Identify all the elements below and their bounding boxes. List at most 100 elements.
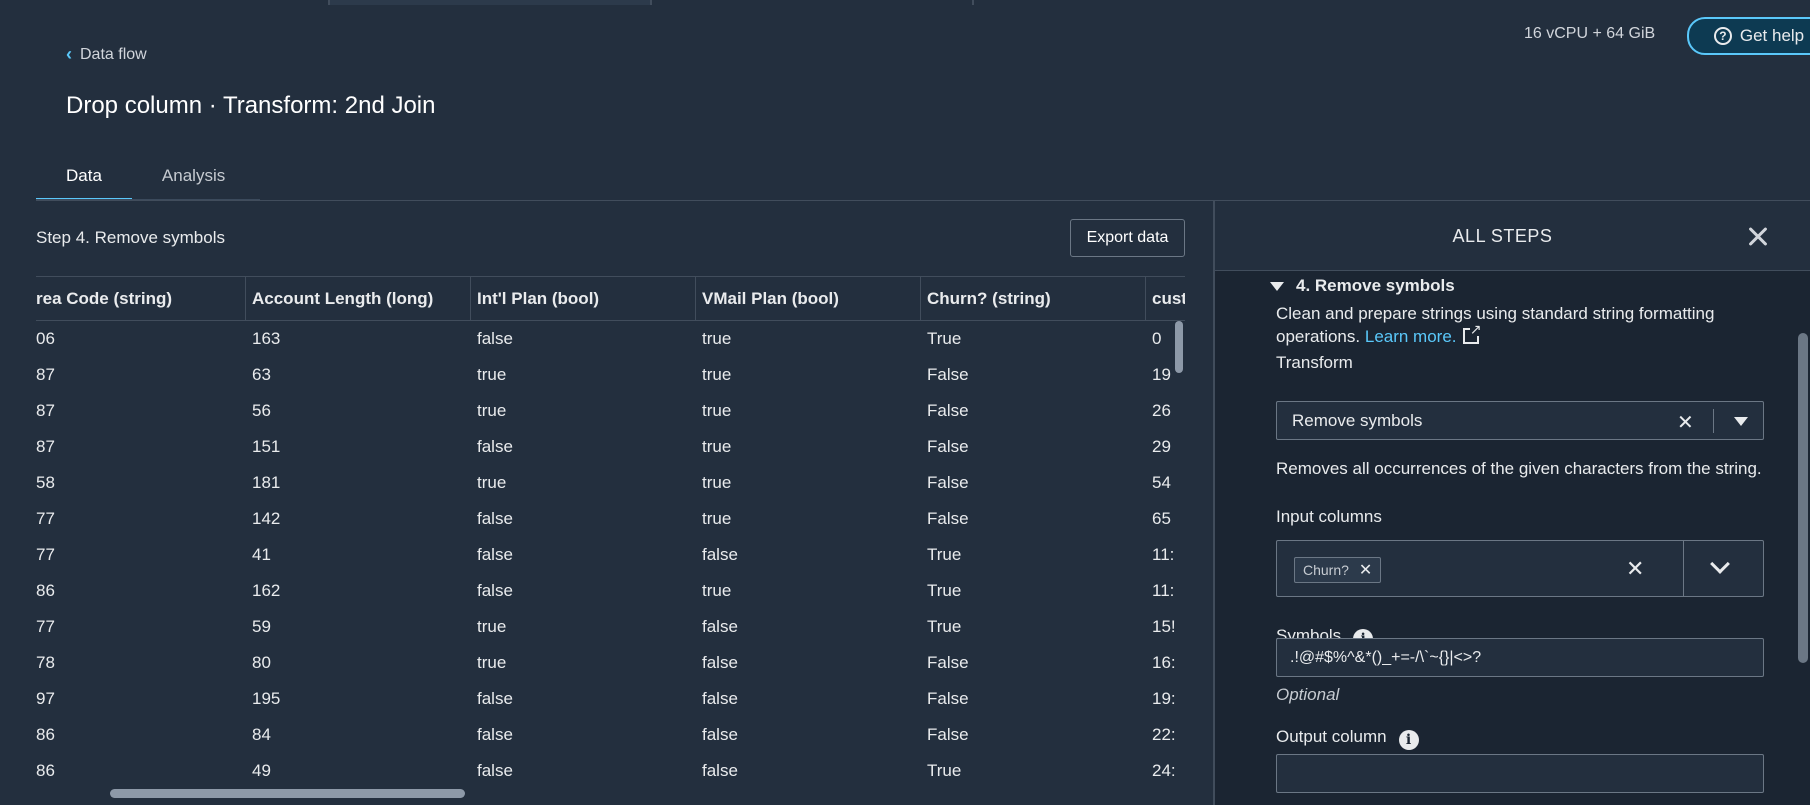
help-icon: ? (1713, 27, 1732, 45)
symbols-input[interactable] (1276, 638, 1764, 677)
table-cell: 59 (252, 617, 271, 636)
step-section-toggle[interactable]: 4. Remove symbols (1270, 276, 1455, 296)
caret-down-icon (1270, 281, 1284, 291)
table-cell: 84 (252, 725, 271, 744)
table-row: 58 181 true true False 54 (36, 465, 1185, 501)
table-cell: false (477, 509, 513, 528)
table-cell: true (477, 617, 507, 636)
description-text: Clean and prepare strings using standard… (1276, 304, 1715, 346)
external-link-icon[interactable] (1462, 322, 1482, 344)
table-cell: true (702, 473, 732, 492)
table-cell: false (477, 545, 513, 564)
table-row: 78 80 true false False 16: (36, 645, 1185, 681)
table-cell: true (702, 365, 732, 384)
column-header[interactable]: rea Code (string) (36, 277, 246, 320)
table-cell: 86 (36, 725, 55, 744)
chevron-down-icon[interactable] (1710, 554, 1730, 574)
close-icon[interactable] (1743, 221, 1773, 251)
steps-panel: ALL STEPS 4. Remove symbols Clean and pr… (1215, 201, 1810, 805)
input-columns-select[interactable]: Churn? ✕ ✕ (1276, 540, 1764, 597)
output-column-label-text: Output column (1276, 727, 1387, 746)
table-cell: 11: (1152, 545, 1175, 564)
top-tab-segment-active[interactable] (330, 0, 652, 5)
table-cell: 142 (252, 509, 281, 528)
table-cell: false (702, 617, 738, 636)
table-cell: 19: (1152, 689, 1176, 708)
top-tab-segment[interactable] (652, 0, 974, 5)
table-cell: true (702, 581, 732, 600)
tab-data[interactable]: Data (36, 150, 132, 200)
column-chip: Churn? ✕ (1294, 557, 1382, 583)
column-header[interactable]: VMail Plan (bool) (696, 277, 921, 320)
table-cell: 77 (36, 617, 55, 636)
transform-hint: Removes all occurrences of the given cha… (1276, 459, 1762, 478)
table-row: 06 163 false true True 0 (36, 321, 1185, 357)
select-separator (1683, 541, 1684, 596)
panel-title: ALL STEPS (1452, 225, 1553, 246)
transform-label: Transform (1276, 353, 1353, 372)
table-row: 86 49 false false True 24: (36, 753, 1185, 789)
table-vertical-scrollbar[interactable] (1175, 321, 1183, 373)
table-cell: True (927, 545, 962, 564)
data-table: rea Code (string) Account Length (long) … (36, 276, 1185, 798)
table-cell: false (702, 653, 738, 672)
table-cell: False (927, 653, 969, 672)
output-column-input[interactable] (1276, 754, 1764, 793)
table-cell: 87 (36, 365, 55, 384)
table-cell: 86 (36, 581, 55, 600)
table-cell: true (477, 365, 507, 384)
table-cell: false (702, 689, 738, 708)
table-cell: 163 (252, 329, 281, 348)
table-cell: false (702, 761, 738, 780)
panel-scrollbar[interactable] (1798, 333, 1808, 663)
transform-select[interactable]: Remove symbols ✕ (1276, 401, 1764, 440)
table-row: 77 59 true false True 15! (36, 609, 1185, 645)
table-cell: false (702, 725, 738, 744)
export-data-button[interactable]: Export data (1070, 219, 1185, 257)
table-cell: 41 (252, 545, 271, 564)
table-row: 86 162 false true True 11: (36, 573, 1185, 609)
table-cell: 24: (1152, 761, 1176, 780)
column-header[interactable]: cust (1146, 277, 1185, 320)
table-cell: False (927, 725, 969, 744)
info-icon[interactable]: i (1398, 730, 1419, 750)
table-cell: 162 (252, 581, 281, 600)
clear-all-icon[interactable]: ✕ (1626, 556, 1644, 582)
step-description: Clean and prepare strings using standard… (1276, 302, 1776, 348)
learn-more-link[interactable]: Learn more. (1365, 327, 1457, 346)
input-columns-label: Input columns (1276, 507, 1382, 526)
top-tab-segment[interactable] (0, 0, 330, 5)
table-horizontal-scrollbar[interactable] (110, 789, 465, 798)
table-cell: 77 (36, 509, 55, 528)
table-row: 87 151 false true False 29 (36, 429, 1185, 465)
table-cell: true (477, 473, 507, 492)
table-cell: 29 (1152, 437, 1171, 456)
table-cell: false (477, 761, 513, 780)
table-cell: 97 (36, 689, 55, 708)
remove-chip-icon[interactable]: ✕ (1359, 560, 1372, 580)
table-row: 77 142 false true False 65 (36, 501, 1185, 537)
table-cell: 58 (36, 473, 55, 492)
table-cell: 195 (252, 689, 281, 708)
table-cell: 87 (36, 437, 55, 456)
table-cell: True (927, 617, 962, 636)
column-header[interactable]: Int'l Plan (bool) (471, 277, 696, 320)
dropdown-arrow-icon[interactable] (1734, 417, 1748, 426)
clear-icon[interactable]: ✕ (1677, 410, 1694, 435)
table-cell: True (927, 329, 962, 348)
column-header[interactable]: Churn? (string) (921, 277, 1146, 320)
column-header[interactable]: Account Length (long) (246, 277, 471, 320)
table-cell: 26 (1152, 401, 1171, 420)
table-cell: false (477, 725, 513, 744)
table-row: 87 56 true true False 26 (36, 393, 1185, 429)
table-cell: 06 (36, 329, 55, 348)
table-row: 87 63 true true False 19 (36, 357, 1185, 393)
table-cell: False (927, 689, 969, 708)
table-cell: False (927, 365, 969, 384)
tab-analysis[interactable]: Analysis (132, 150, 255, 200)
table-cell: true (702, 329, 732, 348)
breadcrumb[interactable]: ‹ Data flow (66, 44, 147, 65)
table-cell: True (927, 761, 962, 780)
get-help-button[interactable]: ? Get help (1687, 17, 1810, 55)
chip-label: Churn? (1303, 562, 1349, 578)
